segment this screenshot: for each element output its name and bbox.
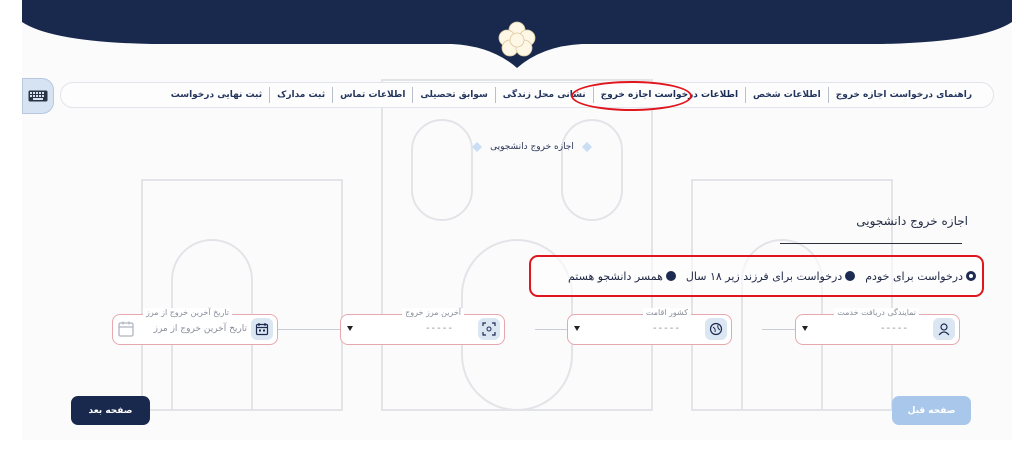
tab-personal-info[interactable]: اطلاعات شخص — [745, 87, 828, 103]
chevron-down-icon[interactable] — [802, 326, 808, 331]
applicant-type-radio-group: درخواست برای خودم درخواست برای فرزند زیر… — [529, 255, 984, 297]
radio-indicator[interactable] — [665, 271, 676, 281]
residence-country-value: ----- — [652, 323, 681, 334]
tab-contact-info[interactable]: اطلاعات تماس — [332, 87, 412, 103]
section-header: اجازه خروج دانشجویی — [442, 136, 622, 158]
tab-residence-address[interactable]: نشانی محل زندگی — [494, 87, 593, 103]
chevron-down-icon[interactable] — [574, 326, 580, 331]
service-office-value: ----- — [880, 323, 909, 334]
radio-student-spouse[interactable]: همسر دانشجو هستم — [568, 270, 676, 283]
diamond-ornament-icon — [581, 142, 592, 152]
tab-exit-permit-request-info[interactable]: اطلاعات درخواست اجازه خروج — [592, 87, 745, 103]
permit-type-value[interactable]: اجازه خروج دانشجویی — [822, 214, 968, 228]
radio-selected-indicator[interactable] — [966, 271, 976, 281]
keyboard-icon — [28, 90, 48, 102]
radio-student-spouse-label: همسر دانشجو هستم — [567, 269, 663, 283]
last-exit-date-placeholder: تاریخ آخرین خروج از مرز — [153, 324, 247, 334]
radio-for-myself[interactable]: درخواست برای خودم — [865, 270, 976, 283]
field-connector-line — [278, 329, 341, 330]
radio-for-child-label: درخواست برای فرزند زیر ۱۸ سال — [685, 269, 843, 283]
keyboard-button[interactable] — [22, 78, 54, 114]
next-page-button[interactable]: صفحه بعد — [71, 396, 150, 425]
globe-icon — [705, 318, 727, 340]
scan-icon — [478, 318, 500, 340]
tab-education-history[interactable]: سوابق تحصیلی — [412, 87, 494, 103]
last-exit-date-label: تاریخ آخرین خروج از مرز — [143, 308, 233, 317]
logo-flower-icon — [498, 21, 536, 57]
tab-upload-documents[interactable]: ثبت مدارک — [269, 87, 332, 103]
service-office-label: نمایندگی دریافت خدمت — [834, 308, 919, 317]
chevron-down-icon[interactable] — [347, 326, 353, 331]
last-exit-date-input[interactable]: تاریخ آخرین خروج از مرز تاریخ آخرین خروج… — [112, 308, 278, 345]
radio-for-myself-label: درخواست برای خودم — [865, 269, 963, 283]
last-exit-border-value: ----- — [425, 323, 454, 334]
radio-for-child-under-18[interactable]: درخواست برای فرزند زیر ۱۸ سال — [685, 269, 856, 283]
steps-tab-bar: راهنمای درخواست اجازه خروج اطلاعات شخص ا… — [60, 82, 994, 108]
tab-exit-permit-guide[interactable]: راهنمای درخواست اجازه خروج — [827, 87, 979, 103]
diamond-ornament-icon — [472, 142, 483, 152]
radio-indicator[interactable] — [845, 271, 856, 281]
building-background-illustration — [141, 79, 893, 411]
service-office-select[interactable]: نمایندگی دریافت خدمت ----- — [795, 308, 960, 345]
user-icon — [933, 318, 955, 340]
field-connector-line — [762, 329, 796, 330]
section-title: اجازه خروج دانشجویی — [490, 142, 574, 152]
calendar-outline-icon — [118, 321, 134, 337]
last-exit-border-label: آخرین مرز خروج — [402, 308, 464, 317]
residence-country-select[interactable]: کشور اقامت ----- — [567, 308, 732, 345]
last-exit-border-select[interactable]: آخرین مرز خروج ----- — [340, 308, 505, 345]
residence-country-label: کشور اقامت — [642, 308, 691, 317]
tab-final-submit[interactable]: ثبت نهایی درخواست — [164, 87, 269, 103]
field-connector-line — [535, 329, 569, 330]
previous-page-button[interactable]: صفحه قبل — [892, 396, 971, 425]
permit-type-underline — [780, 243, 962, 244]
page-frame: راهنمای درخواست اجازه خروج اطلاعات شخص ا… — [22, 0, 1012, 440]
calendar-icon[interactable] — [251, 318, 273, 340]
